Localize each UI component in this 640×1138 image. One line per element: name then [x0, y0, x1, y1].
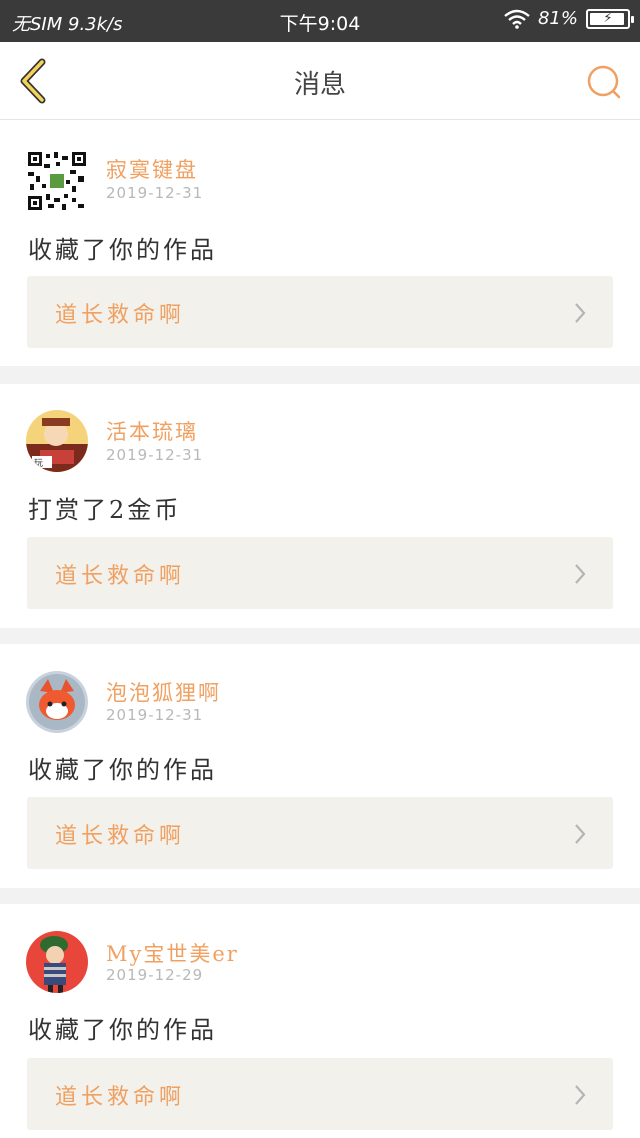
qr-avatar-icon[interactable] — [26, 150, 88, 212]
chevron-right-icon — [575, 564, 586, 584]
username[interactable]: 活本琉璃 — [106, 416, 198, 446]
work-link[interactable]: 道长救命啊 — [27, 1058, 613, 1130]
page-title: 消息 — [293, 70, 346, 100]
work-title: 道长救命啊 — [55, 824, 186, 849]
work-title: 道长救命啊 — [55, 1085, 186, 1110]
monk-avatar-icon[interactable]: 玩 — [26, 410, 88, 472]
status-icons: 81% ⚡ — [504, 8, 634, 29]
username[interactable]: My宝世美er — [106, 938, 239, 968]
message-card: My宝世美er 2019-12-29 收藏了你的作品 道长救命啊 — [0, 904, 640, 1138]
wifi-icon — [504, 9, 530, 29]
chevron-right-icon — [575, 824, 586, 844]
message-date: 2019-12-31 — [106, 706, 204, 724]
message-date: 2019-12-31 — [106, 184, 204, 202]
chevron-right-icon — [575, 303, 586, 323]
status-bar: 无SIM 9.3k/s 下午9:04 81% ⚡ — [0, 0, 640, 42]
work-title: 道长救命啊 — [55, 303, 186, 328]
charging-icon: ⚡ — [603, 11, 613, 26]
message-card: 寂寞键盘 2019-12-31 收藏了你的作品 道长救命啊 — [0, 120, 640, 366]
header: 消息 — [0, 42, 640, 120]
fox-avatar-icon[interactable] — [26, 671, 88, 733]
battery-icon: ⚡ — [586, 8, 634, 29]
work-title: 道长救命啊 — [55, 564, 186, 589]
message-date: 2019-12-31 — [106, 446, 204, 464]
message-action: 收藏了你的作品 — [28, 756, 217, 784]
work-link[interactable]: 道长救命啊 — [27, 797, 613, 869]
username[interactable]: 寂寞键盘 — [106, 154, 198, 184]
message-action: 收藏了你的作品 — [28, 236, 217, 264]
work-link[interactable]: 道长救命啊 — [27, 537, 613, 609]
message-action: 打赏了2金币 — [28, 496, 182, 524]
search-icon[interactable] — [584, 62, 624, 102]
chevron-right-icon — [575, 1085, 586, 1105]
message-card: 玩 活本琉璃 2019-12-31 打赏了2金币 道长救命啊 — [0, 384, 640, 628]
message-card: 泡泡狐狸啊 2019-12-31 收藏了你的作品 道长救命啊 — [0, 644, 640, 888]
message-date: 2019-12-29 — [106, 966, 204, 984]
username[interactable]: 泡泡狐狸啊 — [106, 677, 221, 707]
message-action: 收藏了你的作品 — [28, 1016, 217, 1044]
girl-avatar-icon[interactable] — [26, 931, 88, 993]
work-link[interactable]: 道长救命啊 — [27, 276, 613, 348]
svg-text:玩: 玩 — [34, 458, 43, 469]
battery-percent: 81% — [537, 8, 578, 29]
